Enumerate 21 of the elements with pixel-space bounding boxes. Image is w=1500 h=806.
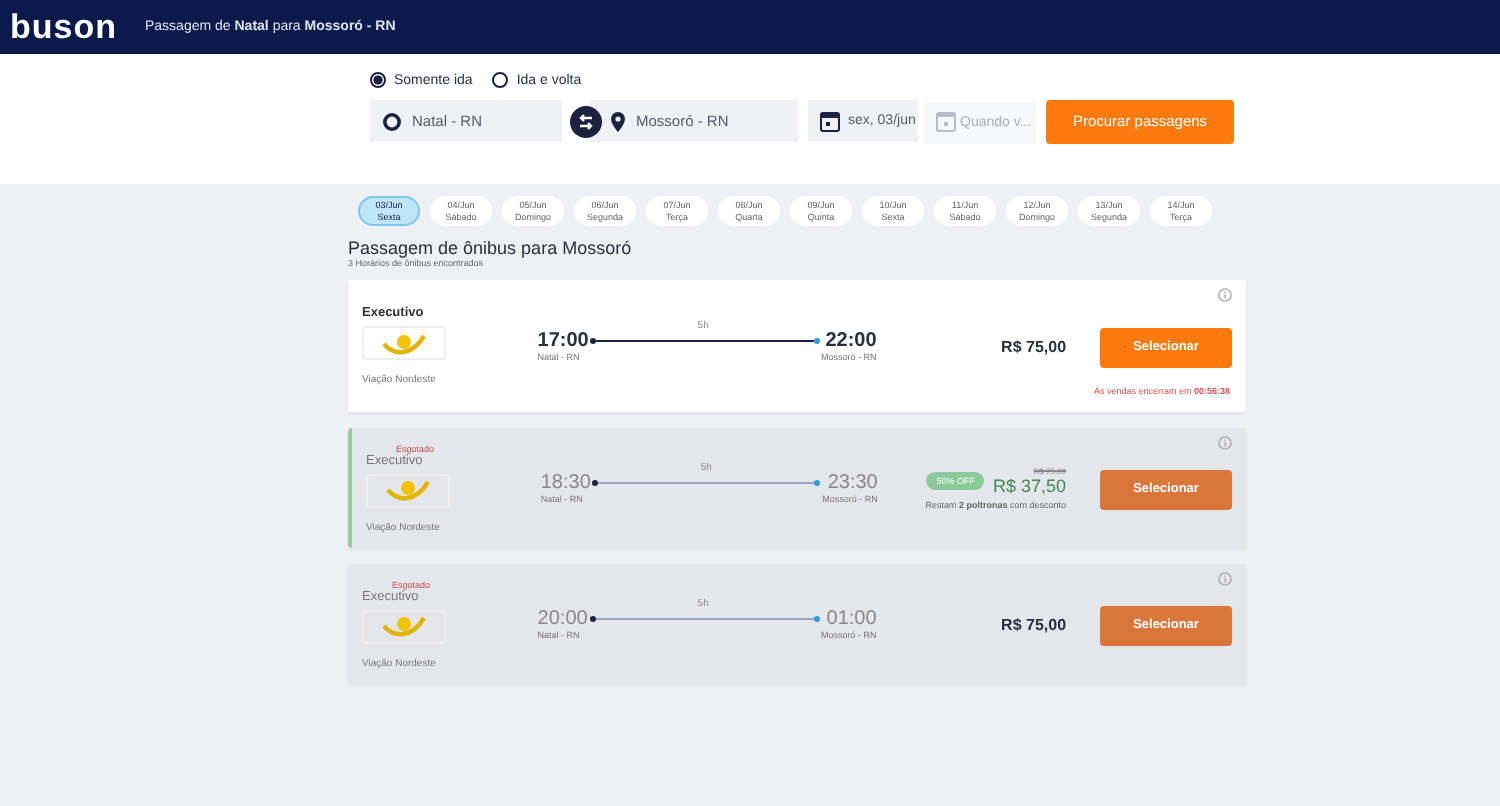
calendar-icon — [820, 110, 840, 132]
circle-icon — [382, 111, 402, 131]
results-title: Passagem de ônibus para Mossoró — [348, 238, 634, 258]
arrival-time: 22:00 — [825, 330, 877, 352]
calendar-icon — [936, 110, 956, 132]
price: R$ 37,50 — [992, 476, 1067, 496]
radio-button[interactable] — [492, 72, 509, 88]
arrival-time: 01:00 — [826, 608, 877, 630]
price: R$ 75,00 — [1001, 337, 1067, 355]
departure-time: 20:00 — [537, 608, 588, 630]
swap-icon[interactable] — [570, 105, 602, 137]
logo[interactable]: buson — [10, 7, 117, 47]
price: R$ 75,00 — [1001, 615, 1067, 633]
swoosh-icon — [382, 614, 426, 638]
departure-time: 17:00 — [537, 330, 589, 352]
arrival-time: 23:30 — [827, 472, 878, 494]
radio-button[interactable] — [370, 72, 386, 88]
departure-time: 18:30 — [540, 472, 591, 494]
map-pin-icon — [610, 111, 626, 131]
swoosh-icon — [386, 478, 430, 502]
swoosh-icon — [382, 331, 426, 355]
